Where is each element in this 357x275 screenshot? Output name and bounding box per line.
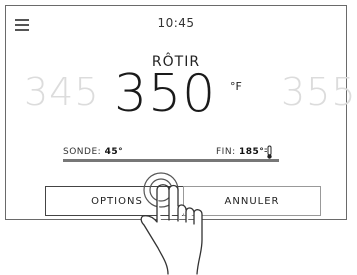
probe-progress-bar	[63, 159, 279, 162]
temperature-unit: °F	[230, 80, 242, 93]
cancel-button-label: ANNULER	[224, 195, 280, 207]
end-label: FIN:	[216, 147, 236, 157]
target-temperature: FIN: 185°	[216, 147, 264, 157]
end-value: 185°	[238, 147, 265, 157]
temperature-previous[interactable]: 345	[24, 70, 100, 114]
clock-time: 10:45	[157, 16, 195, 30]
probe-value: 45°	[104, 147, 124, 157]
thermometer-icon	[264, 145, 272, 159]
cancel-button[interactable]: ANNULER	[183, 186, 321, 216]
probe-label: SONDE:	[63, 147, 102, 157]
tapping-hand-icon	[140, 172, 203, 275]
temperature-current[interactable]: 350	[114, 64, 216, 124]
temperature-next[interactable]: 355	[281, 70, 357, 114]
probe-temperature: SONDE: 45°	[63, 147, 123, 157]
